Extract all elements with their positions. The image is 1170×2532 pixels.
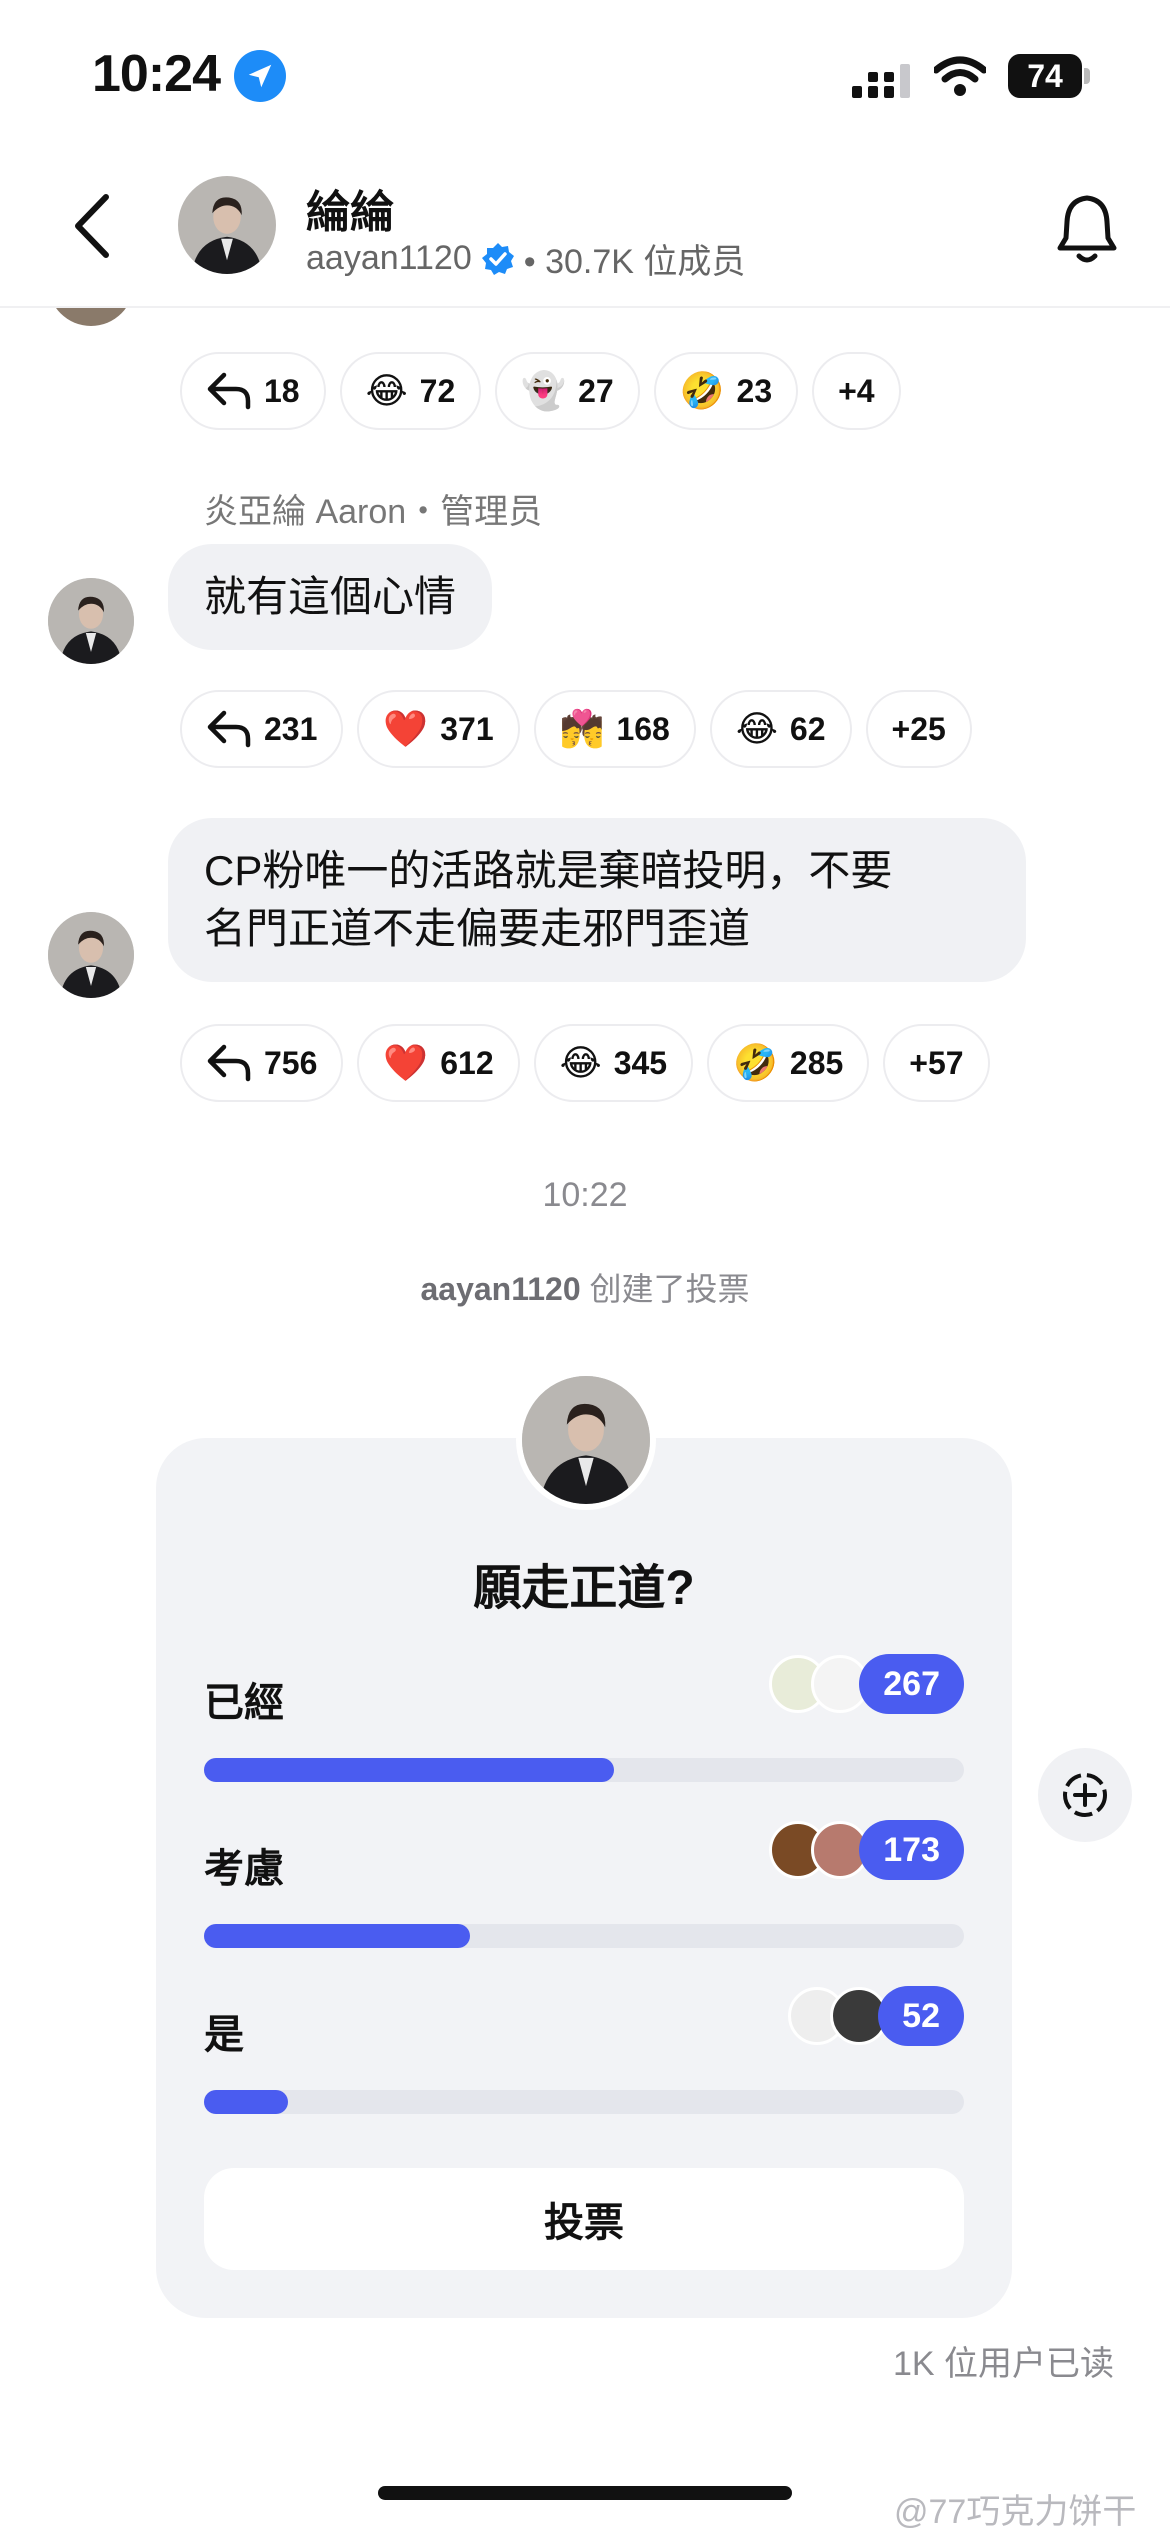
sender-avatar[interactable]	[48, 912, 134, 998]
tears-of-joy-emoji-icon: 😂	[735, 708, 778, 749]
reply-icon	[207, 1044, 251, 1082]
vote-count-badge: 173	[859, 1820, 964, 1880]
poll-creator[interactable]: aayan1120	[420, 1271, 580, 1307]
reaction-row: 231 ❤️ 371 💏 168 😂 62 +25	[180, 690, 972, 768]
status-time: 10:24	[92, 45, 221, 103]
reply-icon	[207, 372, 251, 410]
kiss-emoji-icon: 💏	[559, 708, 605, 749]
reaction-chip[interactable]: 🤣 285	[707, 1024, 870, 1102]
ghost-emoji-icon: 👻	[521, 370, 567, 411]
more-reactions-chip[interactable]: +57	[883, 1024, 990, 1102]
home-indicator[interactable]	[378, 2486, 792, 2500]
notification-bell-button[interactable]	[1052, 192, 1122, 268]
reply-count-button[interactable]: 231	[180, 690, 344, 768]
cellular-signal-icon	[852, 64, 910, 98]
voter-avatars: 173	[769, 1820, 964, 1880]
reaction-chip[interactable]: 😂 62	[709, 690, 852, 768]
poll-question: 願走正道?	[473, 1562, 695, 1615]
sender-avatar[interactable]	[48, 578, 134, 664]
message-bubble[interactable]: CP粉唯一的活路就是棄暗投明，不要 名門正道不走偏要走邪門歪道	[168, 818, 1026, 982]
poll-option[interactable]: 已經 267	[204, 1654, 964, 1790]
add-circle-icon	[1063, 1773, 1107, 1817]
reaction-row: 756 ❤️ 612 😂 345 🤣 285 +57	[180, 1024, 990, 1102]
reaction-chip[interactable]: 😂 345	[533, 1024, 694, 1102]
status-bar: 10:24 74	[0, 0, 1170, 150]
more-reactions-chip[interactable]: +4	[812, 352, 901, 430]
voter-avatars: 52	[788, 1986, 964, 2046]
reply-count-button[interactable]: 756	[180, 1024, 344, 1102]
poll-creator-avatar[interactable]	[516, 1370, 656, 1510]
poll-created-note: aayan1120 创建了投票	[420, 1271, 750, 1307]
vote-progress-track	[204, 1758, 964, 1782]
reaction-chip[interactable]: 👻 27	[495, 352, 640, 430]
poll-card: 願走正道? 已經 267 考慮 173 是 52 投票	[156, 1438, 1012, 2318]
read-receipt: 1K 位用户已读	[892, 2345, 1114, 2383]
channel-header: 綸綸 aayan1120 • 30.7K 位成员	[0, 150, 1170, 308]
vote-progress-fill	[204, 1924, 470, 1948]
reaction-chip[interactable]: ❤️ 612	[357, 1024, 520, 1102]
rolling-laughing-emoji-icon: 🤣	[679, 370, 725, 411]
battery-icon: 74	[1008, 54, 1090, 98]
red-heart-emoji-icon: ❤️	[383, 708, 429, 749]
vote-button[interactable]: 投票	[204, 2168, 964, 2270]
vote-progress-fill	[204, 2090, 288, 2114]
location-arrow-icon	[234, 50, 286, 102]
timestamp: 10:22	[542, 1176, 628, 1214]
poll-option-label: 是	[204, 2013, 244, 2057]
reaction-chip[interactable]: 💏 168	[533, 690, 696, 768]
vote-progress-track	[204, 2090, 964, 2114]
vote-progress-track	[204, 1924, 964, 1948]
reaction-chip[interactable]: ❤️ 371	[357, 690, 520, 768]
chevron-left-icon	[75, 194, 109, 258]
channel-subtitle: aayan1120 • 30.7K 位成员	[306, 234, 745, 283]
channel-handle: aayan1120	[306, 239, 472, 277]
member-count: • 30.7K 位成员	[523, 243, 746, 281]
reaction-chip[interactable]: 🤣 23	[653, 352, 799, 430]
sender-name: 炎亞綸 Aaron・管理员	[204, 493, 543, 531]
tears-of-joy-emoji-icon: 😂	[559, 1042, 602, 1083]
battery-level: 74	[1008, 54, 1082, 98]
wifi-icon	[934, 56, 986, 96]
poll-option-label: 考慮	[204, 1847, 284, 1891]
rolling-laughing-emoji-icon: 🤣	[733, 1042, 778, 1083]
reply-icon	[207, 710, 251, 748]
channel-title: 綸綸	[306, 188, 394, 237]
more-reactions-chip[interactable]: +25	[865, 690, 972, 768]
vote-count-badge: 267	[859, 1654, 964, 1714]
verified-badge-icon	[481, 242, 514, 275]
bell-icon	[1057, 195, 1117, 263]
poll-option-label: 已經	[204, 1681, 284, 1725]
channel-avatar[interactable]	[178, 176, 276, 274]
poll-option[interactable]: 是 52	[204, 1986, 964, 2122]
message-bubble[interactable]: 就有這個心情	[168, 544, 493, 650]
reply-count-button[interactable]: 18	[180, 352, 326, 430]
vote-count-badge: 52	[878, 1986, 964, 2046]
back-button[interactable]	[62, 186, 122, 266]
red-heart-emoji-icon: ❤️	[383, 1042, 429, 1083]
voter-avatars: 267	[769, 1654, 964, 1714]
vote-progress-fill	[204, 1758, 615, 1782]
add-button[interactable]	[1038, 1748, 1132, 1842]
poll-option[interactable]: 考慮 173	[204, 1820, 964, 1956]
watermark: @77巧克力饼干	[894, 2493, 1137, 2531]
reaction-chip[interactable]: 😂 72	[339, 352, 482, 430]
tears-of-joy-emoji-icon: 😂	[365, 370, 408, 411]
reaction-row: 18 😂 72 👻 27 🤣 23 +4	[180, 352, 901, 430]
